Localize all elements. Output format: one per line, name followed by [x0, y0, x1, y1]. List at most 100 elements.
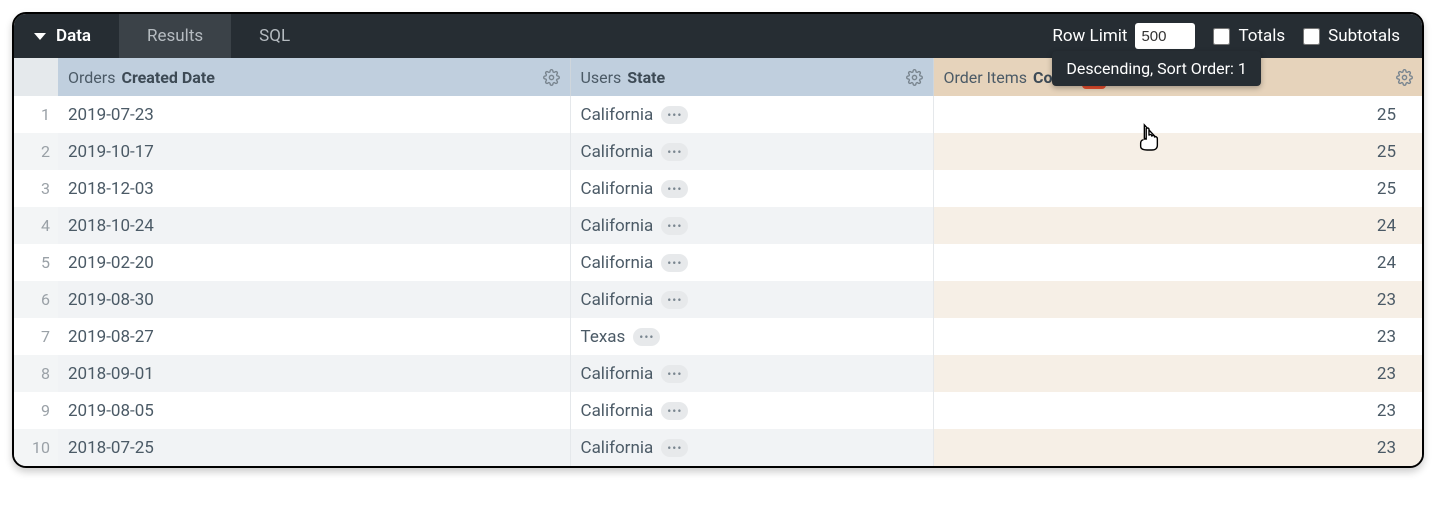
tab-results[interactable]: Results [119, 14, 231, 58]
cell-state-value: California [581, 142, 654, 162]
ellipsis-icon[interactable]: ••• [661, 291, 688, 309]
results-table: Orders Created Date Users State [14, 58, 1422, 466]
row-number: 5 [14, 244, 58, 281]
row-number: 2 [14, 133, 58, 170]
ellipsis-icon[interactable]: ••• [661, 439, 688, 457]
row-number: 3 [14, 170, 58, 207]
col-users-field: State [627, 68, 665, 87]
cell-state-value: California [581, 253, 654, 273]
row-limit-input[interactable] [1135, 23, 1195, 49]
cell-created-date[interactable]: 2018-09-01 [58, 355, 570, 392]
totals-checkbox[interactable] [1213, 28, 1230, 45]
ellipsis-icon[interactable]: ••• [661, 106, 688, 124]
table-row: 52019-02-20 California ••• 24 [14, 244, 1422, 281]
cell-count[interactable]: 23 [933, 318, 1422, 355]
table-row: 42018-10-24California•••24 [14, 207, 1422, 244]
cell-count[interactable]: 25 [933, 170, 1422, 207]
cell-created-date[interactable]: 2019-08-27 [58, 318, 570, 355]
col-orders-field: Created Date [121, 68, 214, 87]
cell-count[interactable]: 23 [933, 392, 1422, 429]
cell-state-value: California [581, 364, 654, 384]
cell-count[interactable]: 23 [933, 281, 1422, 318]
cell-state-value: Texas [581, 327, 626, 347]
header-bar: Data Results SQL Row Limit Totals Subtot… [14, 14, 1422, 58]
tab-results-label: Results [147, 26, 203, 46]
cell-count[interactable]: 25 [933, 133, 1422, 170]
ellipsis-icon[interactable]: ••• [661, 402, 688, 420]
cell-count[interactable]: 23 [933, 355, 1422, 392]
column-header-orders-created-date[interactable]: Orders Created Date [58, 58, 570, 96]
cell-state-value: California [581, 401, 654, 421]
row-number: 6 [14, 281, 58, 318]
cell-created-date[interactable]: 2019-10-17 [58, 133, 570, 170]
ellipsis-icon[interactable]: ••• [661, 180, 688, 198]
totals-checkbox-group[interactable]: Totals [1213, 26, 1285, 46]
rownum-header [14, 58, 58, 96]
tab-data-label: Data [56, 26, 91, 46]
cell-state[interactable]: California ••• [570, 429, 933, 466]
data-panel: Data Results SQL Row Limit Totals Subtot… [12, 12, 1424, 468]
cell-state-value: California [581, 179, 654, 199]
cell-state[interactable]: California ••• [570, 96, 933, 133]
table-row: 82018-09-01 California ••• 23 [14, 355, 1422, 392]
cell-created-date[interactable]: 2018-10-24 [58, 207, 570, 244]
row-limit-label: Row Limit [1052, 26, 1127, 46]
col-users-prefix: Users [581, 68, 622, 87]
tab-sql-label: SQL [259, 26, 290, 46]
subtotals-checkbox-group[interactable]: Subtotals [1303, 26, 1400, 46]
cell-state-value: California [581, 438, 654, 458]
cell-state[interactable]: California ••• [570, 170, 933, 207]
gear-icon[interactable] [905, 67, 925, 87]
table-row: 12019-07-23 California ••• 25 [14, 96, 1422, 133]
cell-state[interactable]: California••• [570, 207, 933, 244]
gear-icon[interactable] [542, 67, 562, 87]
col-items-prefix: Order Items [944, 68, 1028, 87]
cell-state[interactable]: California ••• [570, 392, 933, 429]
cell-state[interactable]: Texas ••• [570, 318, 933, 355]
cell-created-date[interactable]: 2019-08-05 [58, 392, 570, 429]
row-number: 8 [14, 355, 58, 392]
row-number: 7 [14, 318, 58, 355]
subtotals-label: Subtotals [1328, 26, 1400, 46]
row-limit-group: Row Limit [1052, 23, 1195, 49]
ellipsis-icon[interactable]: ••• [661, 254, 688, 272]
sort-tooltip: Descending, Sort Order: 1 [1052, 51, 1260, 86]
table-row: 72019-08-27 Texas ••• 23 [14, 318, 1422, 355]
table-row: 62019-08-30 California ••• 23 [14, 281, 1422, 318]
cell-state[interactable]: California ••• [570, 133, 933, 170]
cell-state-value: California [581, 105, 654, 125]
row-number: 4 [14, 207, 58, 244]
cell-created-date[interactable]: 2018-07-25 [58, 429, 570, 466]
row-number: 9 [14, 392, 58, 429]
tab-sql[interactable]: SQL [231, 14, 318, 58]
cell-state[interactable]: California ••• [570, 355, 933, 392]
results-table-wrap: Orders Created Date Users State [14, 58, 1422, 466]
cell-created-date[interactable]: 2019-07-23 [58, 96, 570, 133]
ellipsis-icon[interactable]: ••• [633, 328, 660, 346]
table-row: 32018-12-03 California ••• 25 [14, 170, 1422, 207]
subtotals-checkbox[interactable] [1303, 28, 1320, 45]
table-row: 22019-10-17 California ••• 25 [14, 133, 1422, 170]
cell-count[interactable]: 24 [933, 207, 1422, 244]
table-row: 92019-08-05 California ••• 23 [14, 392, 1422, 429]
cell-count[interactable]: 25 [933, 96, 1422, 133]
ellipsis-icon[interactable]: ••• [661, 365, 688, 383]
ellipsis-icon[interactable]: ••• [661, 217, 688, 235]
caret-down-icon [34, 33, 46, 40]
totals-label: Totals [1238, 26, 1285, 46]
cell-count[interactable]: 23 [933, 429, 1422, 466]
row-number: 1 [14, 96, 58, 133]
col-orders-prefix: Orders [68, 68, 115, 87]
column-header-users-state[interactable]: Users State [570, 58, 933, 96]
tab-data[interactable]: Data [14, 14, 119, 58]
cell-state-value: California [581, 290, 654, 310]
ellipsis-icon[interactable]: ••• [661, 143, 688, 161]
gear-icon[interactable] [1394, 67, 1414, 87]
cell-created-date[interactable]: 2019-02-20 [58, 244, 570, 281]
cell-count[interactable]: 24 [933, 244, 1422, 281]
cell-state[interactable]: California ••• [570, 244, 933, 281]
cell-state[interactable]: California ••• [570, 281, 933, 318]
cell-created-date[interactable]: 2019-08-30 [58, 281, 570, 318]
header-controls: Row Limit Totals Subtotals Descending, S… [1052, 23, 1422, 49]
cell-created-date[interactable]: 2018-12-03 [58, 170, 570, 207]
